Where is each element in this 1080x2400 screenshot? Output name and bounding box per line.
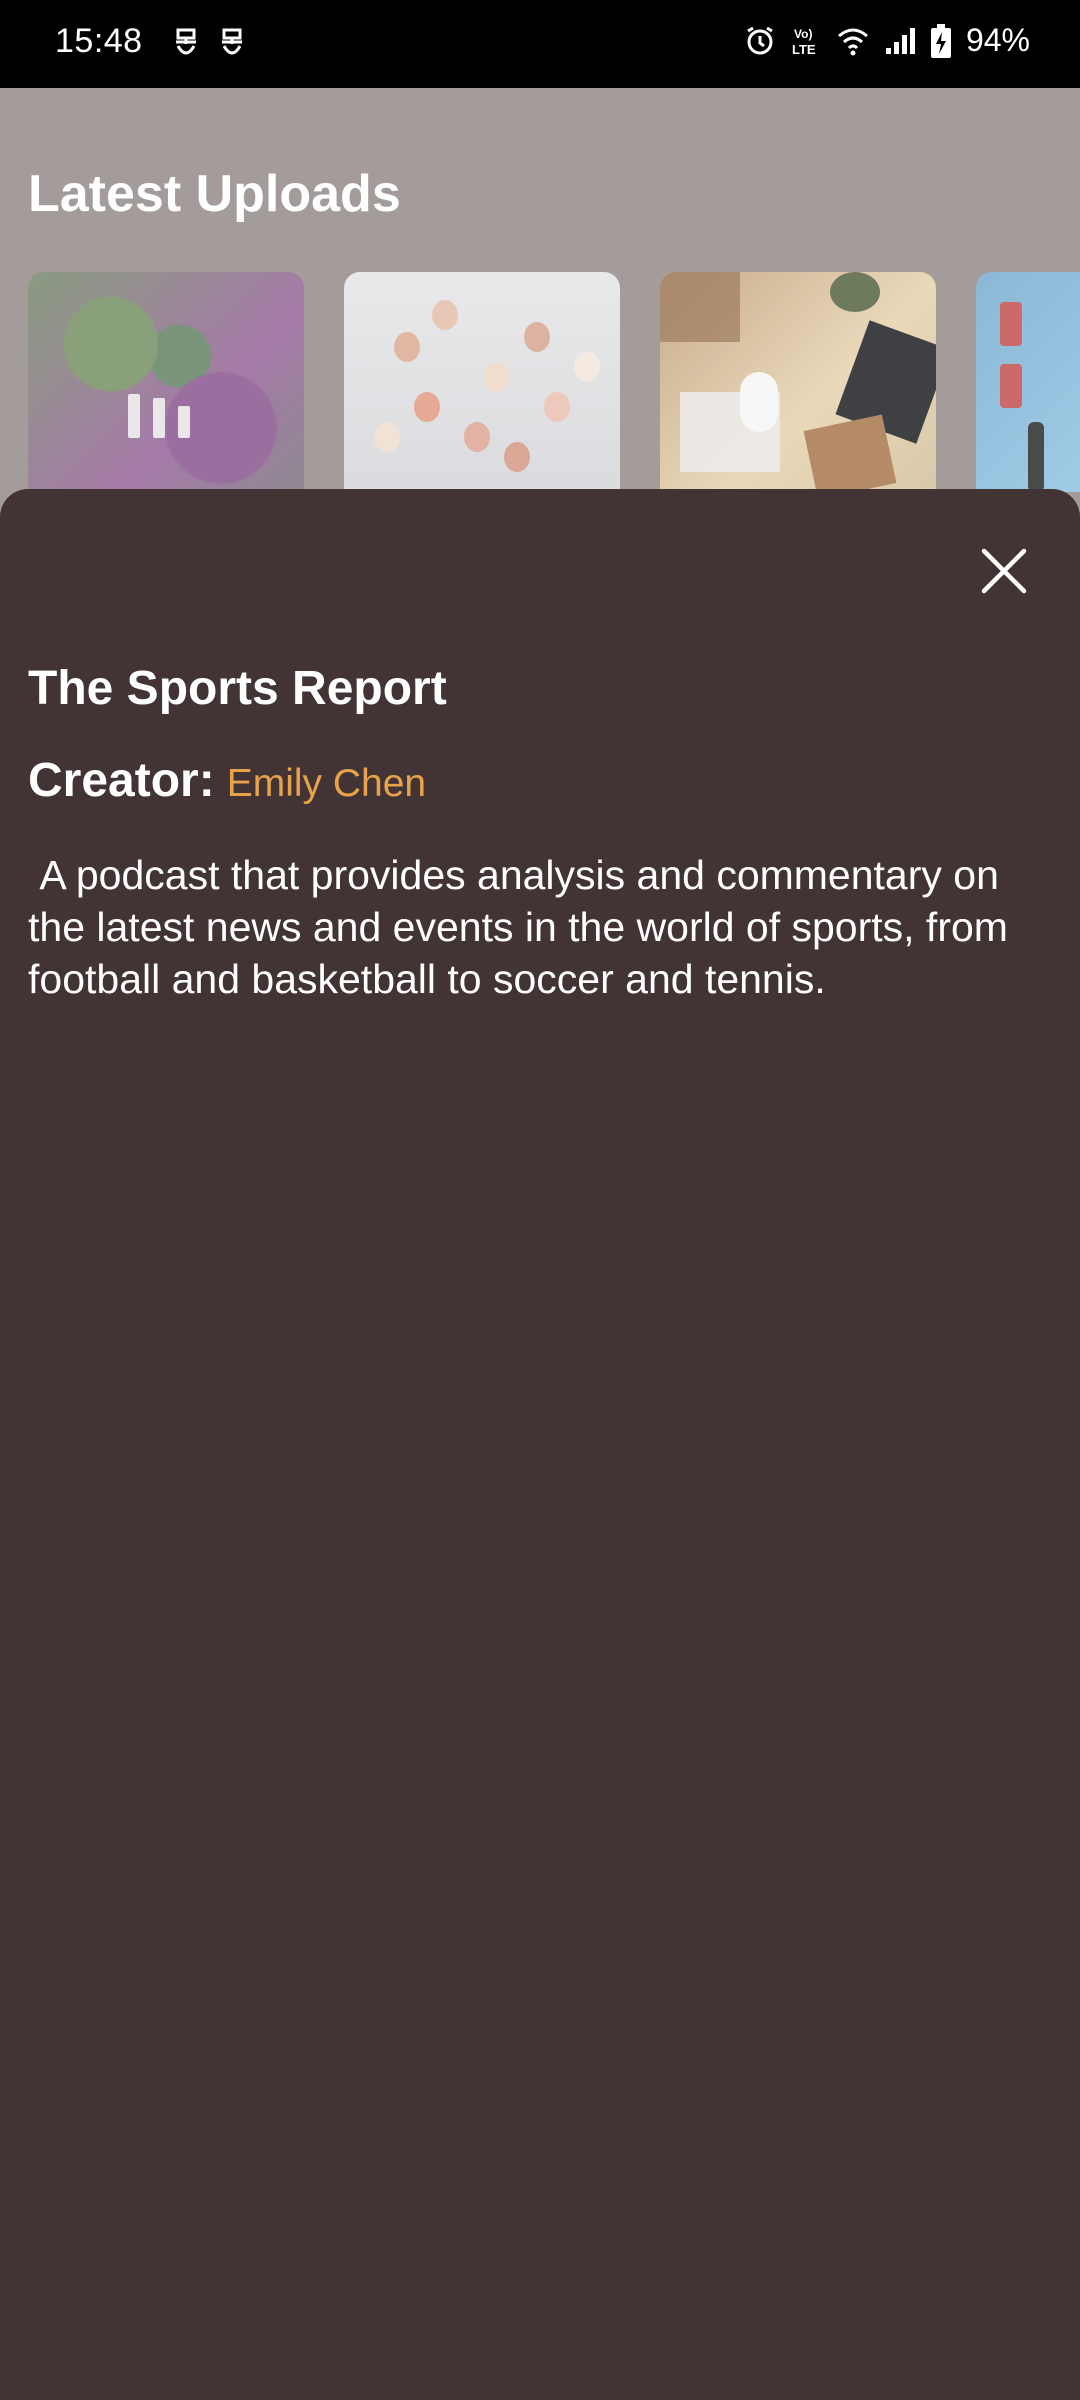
podcast-title: The Sports Report xyxy=(28,662,447,715)
page-title: Latest Uploads xyxy=(28,165,401,223)
svg-text:Vo): Vo) xyxy=(794,27,812,41)
volte-lte-icon: Vo) LTE xyxy=(790,25,822,57)
creator-row: Creator: Emily Chen xyxy=(28,753,426,808)
creator-name[interactable]: Emily Chen xyxy=(227,762,426,806)
podcast-description: A podcast that provides analysis and com… xyxy=(28,852,1020,1002)
close-button[interactable] xyxy=(972,539,1036,603)
playing-indicator-icon xyxy=(128,394,190,438)
podcast-details-sheet: The Sports Report Creator: Emily Chen A … xyxy=(0,489,1080,2400)
status-bar: 15:48 Vo) LTE 94% xyxy=(0,0,1080,88)
close-icon xyxy=(981,548,1027,594)
upload-thumbnail[interactable] xyxy=(660,272,936,492)
status-time: 15:48 xyxy=(55,22,143,60)
creator-label: Creator: xyxy=(28,754,215,807)
notification-icon xyxy=(218,26,246,60)
upload-thumbnail[interactable] xyxy=(976,272,1080,492)
upload-thumbnail[interactable] xyxy=(344,272,620,492)
wifi-icon xyxy=(836,26,870,56)
latest-uploads-carousel[interactable] xyxy=(28,272,1080,492)
status-right-icons: Vo) LTE 94% xyxy=(744,22,1030,59)
signal-icon xyxy=(884,26,916,56)
battery-percentage: 94% xyxy=(965,22,1030,58)
status-left-icons xyxy=(172,26,246,60)
svg-text:LTE: LTE xyxy=(792,42,816,57)
notification-icon xyxy=(172,26,200,60)
upload-thumbnail[interactable] xyxy=(28,272,304,492)
battery-charging-icon xyxy=(930,23,952,59)
alarm-icon xyxy=(744,25,776,57)
